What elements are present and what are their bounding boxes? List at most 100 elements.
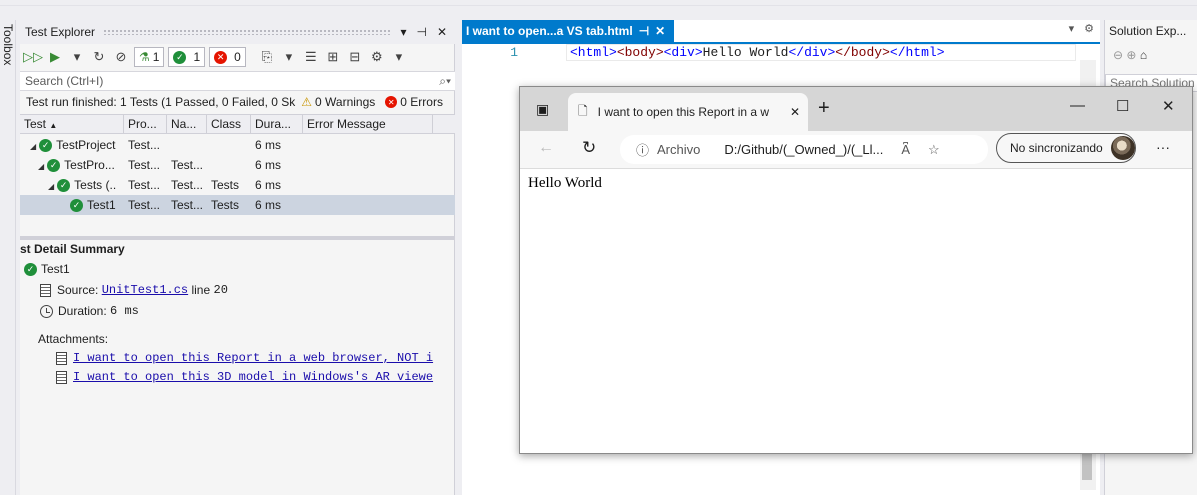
maximize-icon[interactable]: ☐ (1116, 97, 1129, 115)
failed-tests-filter[interactable]: ✕ 0 (209, 47, 246, 67)
home-icon[interactable]: ⌂ (1140, 48, 1147, 62)
editor-settings-icon[interactable]: ⚙ (1084, 22, 1094, 35)
col-namespace[interactable]: Na... (167, 115, 207, 133)
detail-duration: Duration: 6 ms (40, 304, 139, 318)
info-icon: ⓘ (636, 143, 650, 158)
more-options-icon[interactable]: ··· (1156, 139, 1170, 155)
panel-menu-button[interactable]: ▾ (400, 25, 406, 39)
detail-summary-title: st Detail Summary (20, 242, 125, 256)
url-field[interactable]: ⓘ Archivo D:/Github/(_Owned_)/(_Ll... A͆… (620, 135, 988, 164)
attachments-label: Attachments: (38, 332, 109, 346)
settings-dropdown-icon[interactable]: ▾ (390, 48, 408, 66)
collapse-all-icon[interactable]: ⊟ (346, 48, 364, 66)
pin-icon[interactable]: ⊣ (416, 25, 426, 39)
table-row[interactable]: ◢ ✓ TestPro... Test... Test... 6 ms (20, 155, 455, 175)
file-icon (56, 351, 67, 365)
page-content-text: Hello World (528, 175, 602, 191)
clock-icon (40, 304, 53, 318)
browser-tab-title: I want to open this Report in a w (597, 105, 770, 119)
col-duration[interactable]: Dura... (251, 115, 303, 133)
minimize-icon[interactable]: — (1070, 97, 1085, 114)
test-explorer-title: Test Explorer (25, 25, 96, 39)
playlist-icon[interactable]: ⎘ (258, 48, 276, 66)
browser-window: ▣ 🗋 I want to open this Report in a w ✕ … (519, 86, 1193, 454)
warnings-count[interactable]: 0 Warnings (315, 95, 375, 109)
test-run-status: Test run finished: 1 Tests (1 Passed, 0 … (20, 92, 455, 112)
passed-tests-filter[interactable]: ✓ 1 (168, 47, 206, 67)
total-tests-filter[interactable]: ⚗ 1 (134, 47, 165, 67)
tab-dropdown-icon[interactable]: ▾ (1069, 22, 1075, 35)
total-count: 1 (152, 50, 160, 64)
playlist-dropdown-icon[interactable]: ▾ (280, 48, 298, 66)
group-by-icon[interactable]: ☰ (302, 48, 320, 66)
attachment-link-report[interactable]: I want to open this Report in a web brow… (73, 351, 433, 365)
panel-splitter[interactable] (20, 236, 455, 240)
read-aloud-icon[interactable]: A͆ (901, 142, 910, 157)
expand-all-icon[interactable]: ⊞ (324, 48, 342, 66)
main-toolbar-strip (0, 0, 1197, 6)
sync-label: No sincronizando (1010, 141, 1103, 155)
avatar (1110, 136, 1135, 160)
flask-icon: ⚗ (139, 50, 150, 64)
col-error-message[interactable]: Error Message (303, 115, 433, 133)
col-test[interactable]: Test ▲ (20, 115, 124, 133)
table-row-selected[interactable]: ✓ Test1 Test... Test... Tests 6 ms (20, 195, 455, 215)
source-file-link[interactable]: UnitTest1.cs (102, 283, 188, 297)
attachment-item: I want to open this Report in a web brow… (56, 351, 433, 365)
passed-icon: ✓ (173, 50, 187, 64)
col-class[interactable]: Class (207, 115, 251, 133)
toolbox-tab[interactable]: Toolbox (0, 20, 16, 495)
repeat-run-icon[interactable]: ↻ (90, 48, 108, 66)
cancel-run-icon[interactable]: ⊘ (112, 48, 130, 66)
search-input[interactable]: Search (Ctrl+I) (25, 74, 439, 88)
back-arrow-icon[interactable]: ← (538, 139, 554, 157)
solution-toolbar: ⊖ ⊕ ⌂ (1113, 48, 1147, 62)
search-icon[interactable]: ⌕▾ (439, 74, 451, 89)
profile-sync-button[interactable]: No sincronizando (996, 133, 1136, 163)
test-explorer-panel: Test Explorer ▾ ⊣ ✕ ▷▷ ▶ ▾ ↻ ⊘ ⚗ 1 ✓ 1 ✕ 0 … (20, 20, 455, 495)
table-row[interactable]: ◢ ✓ Tests (.. Test... Test... Tests 6 ms (20, 175, 455, 195)
failed-count: 0 (234, 50, 241, 64)
detail-source: Source: UnitTest1.cs line 20 (40, 283, 228, 297)
refresh-icon[interactable]: ↻ (582, 138, 596, 158)
file-icon (56, 370, 67, 384)
back-icon[interactable]: ⊖ (1113, 48, 1123, 62)
new-tab-icon[interactable]: + (818, 97, 830, 120)
browser-titlebar: ▣ 🗋 I want to open this Report in a w ✕ … (520, 87, 1192, 131)
col-project[interactable]: Pro... (124, 115, 167, 133)
tab-actions-icon[interactable]: ▣ (536, 101, 549, 118)
run-dropdown-icon[interactable]: ▾ (68, 48, 86, 66)
favorite-icon[interactable]: ☆ (928, 142, 940, 158)
editor-tab-title: I want to open...a VS tab.html (466, 24, 633, 38)
failed-icon: ✕ (214, 50, 228, 64)
browser-address-bar: ← ↻ ⓘ Archivo D:/Github/(_Owned_)/(_Ll..… (520, 131, 1192, 169)
attachment-link-3d-model[interactable]: I want to open this 3D model in Windows'… (73, 370, 433, 384)
close-browser-tab-icon[interactable]: ✕ (790, 105, 800, 119)
drag-grip[interactable] (103, 29, 393, 35)
editor-tab[interactable]: I want to open...a VS tab.html ⊣ ✕ (462, 20, 674, 42)
error-icon: ✕ (385, 96, 398, 108)
passed-count: 1 (193, 50, 201, 64)
close-window-icon[interactable]: ✕ (1162, 97, 1175, 115)
page-icon: 🗋 (578, 103, 588, 118)
errors-count[interactable]: 0 Errors (400, 95, 443, 109)
close-tab-icon[interactable]: ✕ (655, 24, 665, 38)
pin-tab-icon[interactable]: ⊣ (639, 24, 649, 38)
settings-gear-icon[interactable]: ⚙ (368, 48, 386, 66)
browser-tab[interactable]: 🗋 I want to open this Report in a w ✕ (568, 93, 808, 131)
run-icon[interactable]: ▶ (46, 48, 64, 66)
forward-icon[interactable]: ⊕ (1126, 48, 1136, 62)
scrollbar-thumb[interactable] (1082, 450, 1092, 480)
url-text[interactable]: D:/Github/(_Owned_)/(_Ll... (724, 142, 883, 157)
table-row[interactable]: ◢ ✓ TestProject Test... 6 ms (20, 135, 455, 155)
code-text[interactable]: <html><body><div>Hello World</div></body… (566, 43, 1076, 61)
code-line[interactable]: 1 <html><body><div>Hello World</div></bo… (462, 43, 1082, 61)
editor-controls: ▾ ⚙ (1069, 22, 1094, 35)
test-search-box[interactable]: Search (Ctrl+I) ⌕▾ (20, 71, 455, 91)
file-icon (40, 283, 51, 297)
status-text: Test run finished: 1 Tests (1 Passed, 0 … (26, 95, 296, 109)
detail-test-name: ✓ Test1 (24, 262, 70, 276)
url-scheme: Archivo (657, 142, 701, 157)
run-all-icon[interactable]: ▷▷ (23, 48, 43, 66)
close-panel-button[interactable]: ✕ (437, 25, 447, 39)
